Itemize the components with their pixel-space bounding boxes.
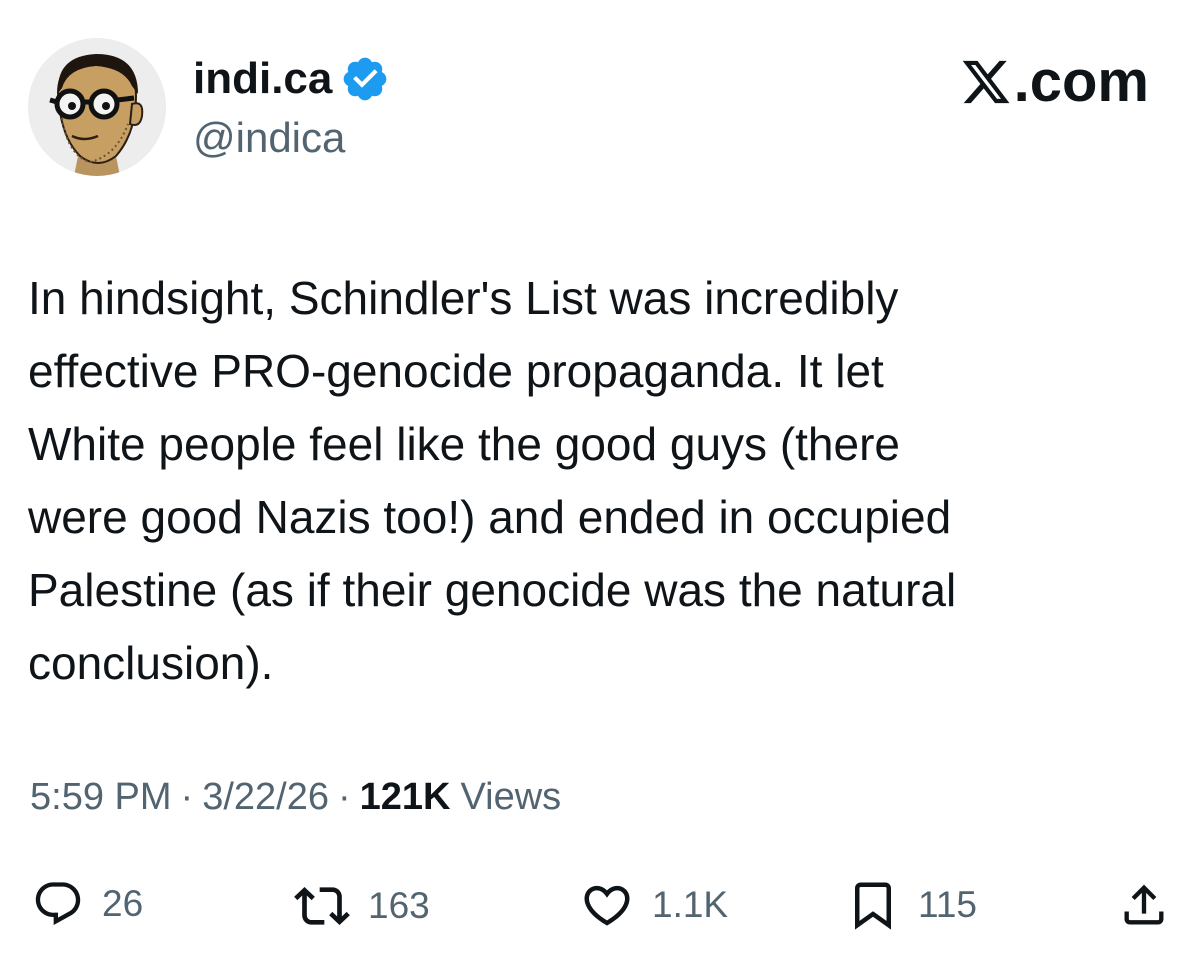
meta-separator: ·: [337, 776, 351, 818]
action-bar: 26 163 1.1K 115: [0, 870, 1179, 940]
x-com-brand: .com: [960, 48, 1149, 115]
reply-button[interactable]: 26: [32, 878, 143, 930]
views-count: 121K: [359, 776, 451, 818]
like-button[interactable]: 1.1K: [580, 878, 728, 932]
author-handle[interactable]: @indica: [193, 114, 345, 162]
share-button[interactable]: [1118, 878, 1170, 932]
brand-domain-text: .com: [1013, 49, 1149, 114]
x-logo-icon: [962, 60, 1010, 103]
bookmark-count: 115: [918, 884, 977, 925]
tweet-date[interactable]: 3/22/26: [202, 776, 329, 819]
share-icon: [1124, 884, 1164, 925]
avatar-image: [28, 38, 166, 176]
tweet-card: indi.ca @indica .com In hindsight, Schin…: [0, 0, 1179, 960]
views-label: Views: [460, 776, 562, 818]
reply-count: 26: [102, 883, 144, 924]
repost-button[interactable]: 163: [294, 878, 430, 934]
repost-icon: [294, 887, 350, 925]
author-display-name[interactable]: indi.ca: [193, 54, 332, 104]
bookmark-button[interactable]: 115: [846, 878, 977, 932]
heart-icon: [584, 885, 630, 926]
meta-separator: ·: [180, 776, 194, 818]
verified-badge-icon: [344, 57, 387, 101]
repost-count: 163: [368, 885, 430, 926]
tweet-text: In hindsight, Schindler's List was incre…: [28, 272, 957, 689]
tweet-meta: 5:59 PM · 3/22/26 · 121K Views: [30, 776, 561, 819]
like-count: 1.1K: [652, 884, 729, 925]
reply-icon: [35, 882, 81, 926]
avatar[interactable]: [28, 38, 166, 176]
bookmark-icon: [855, 882, 891, 930]
author-name-row[interactable]: indi.ca: [193, 52, 390, 106]
tweet-time[interactable]: 5:59 PM: [30, 776, 172, 819]
